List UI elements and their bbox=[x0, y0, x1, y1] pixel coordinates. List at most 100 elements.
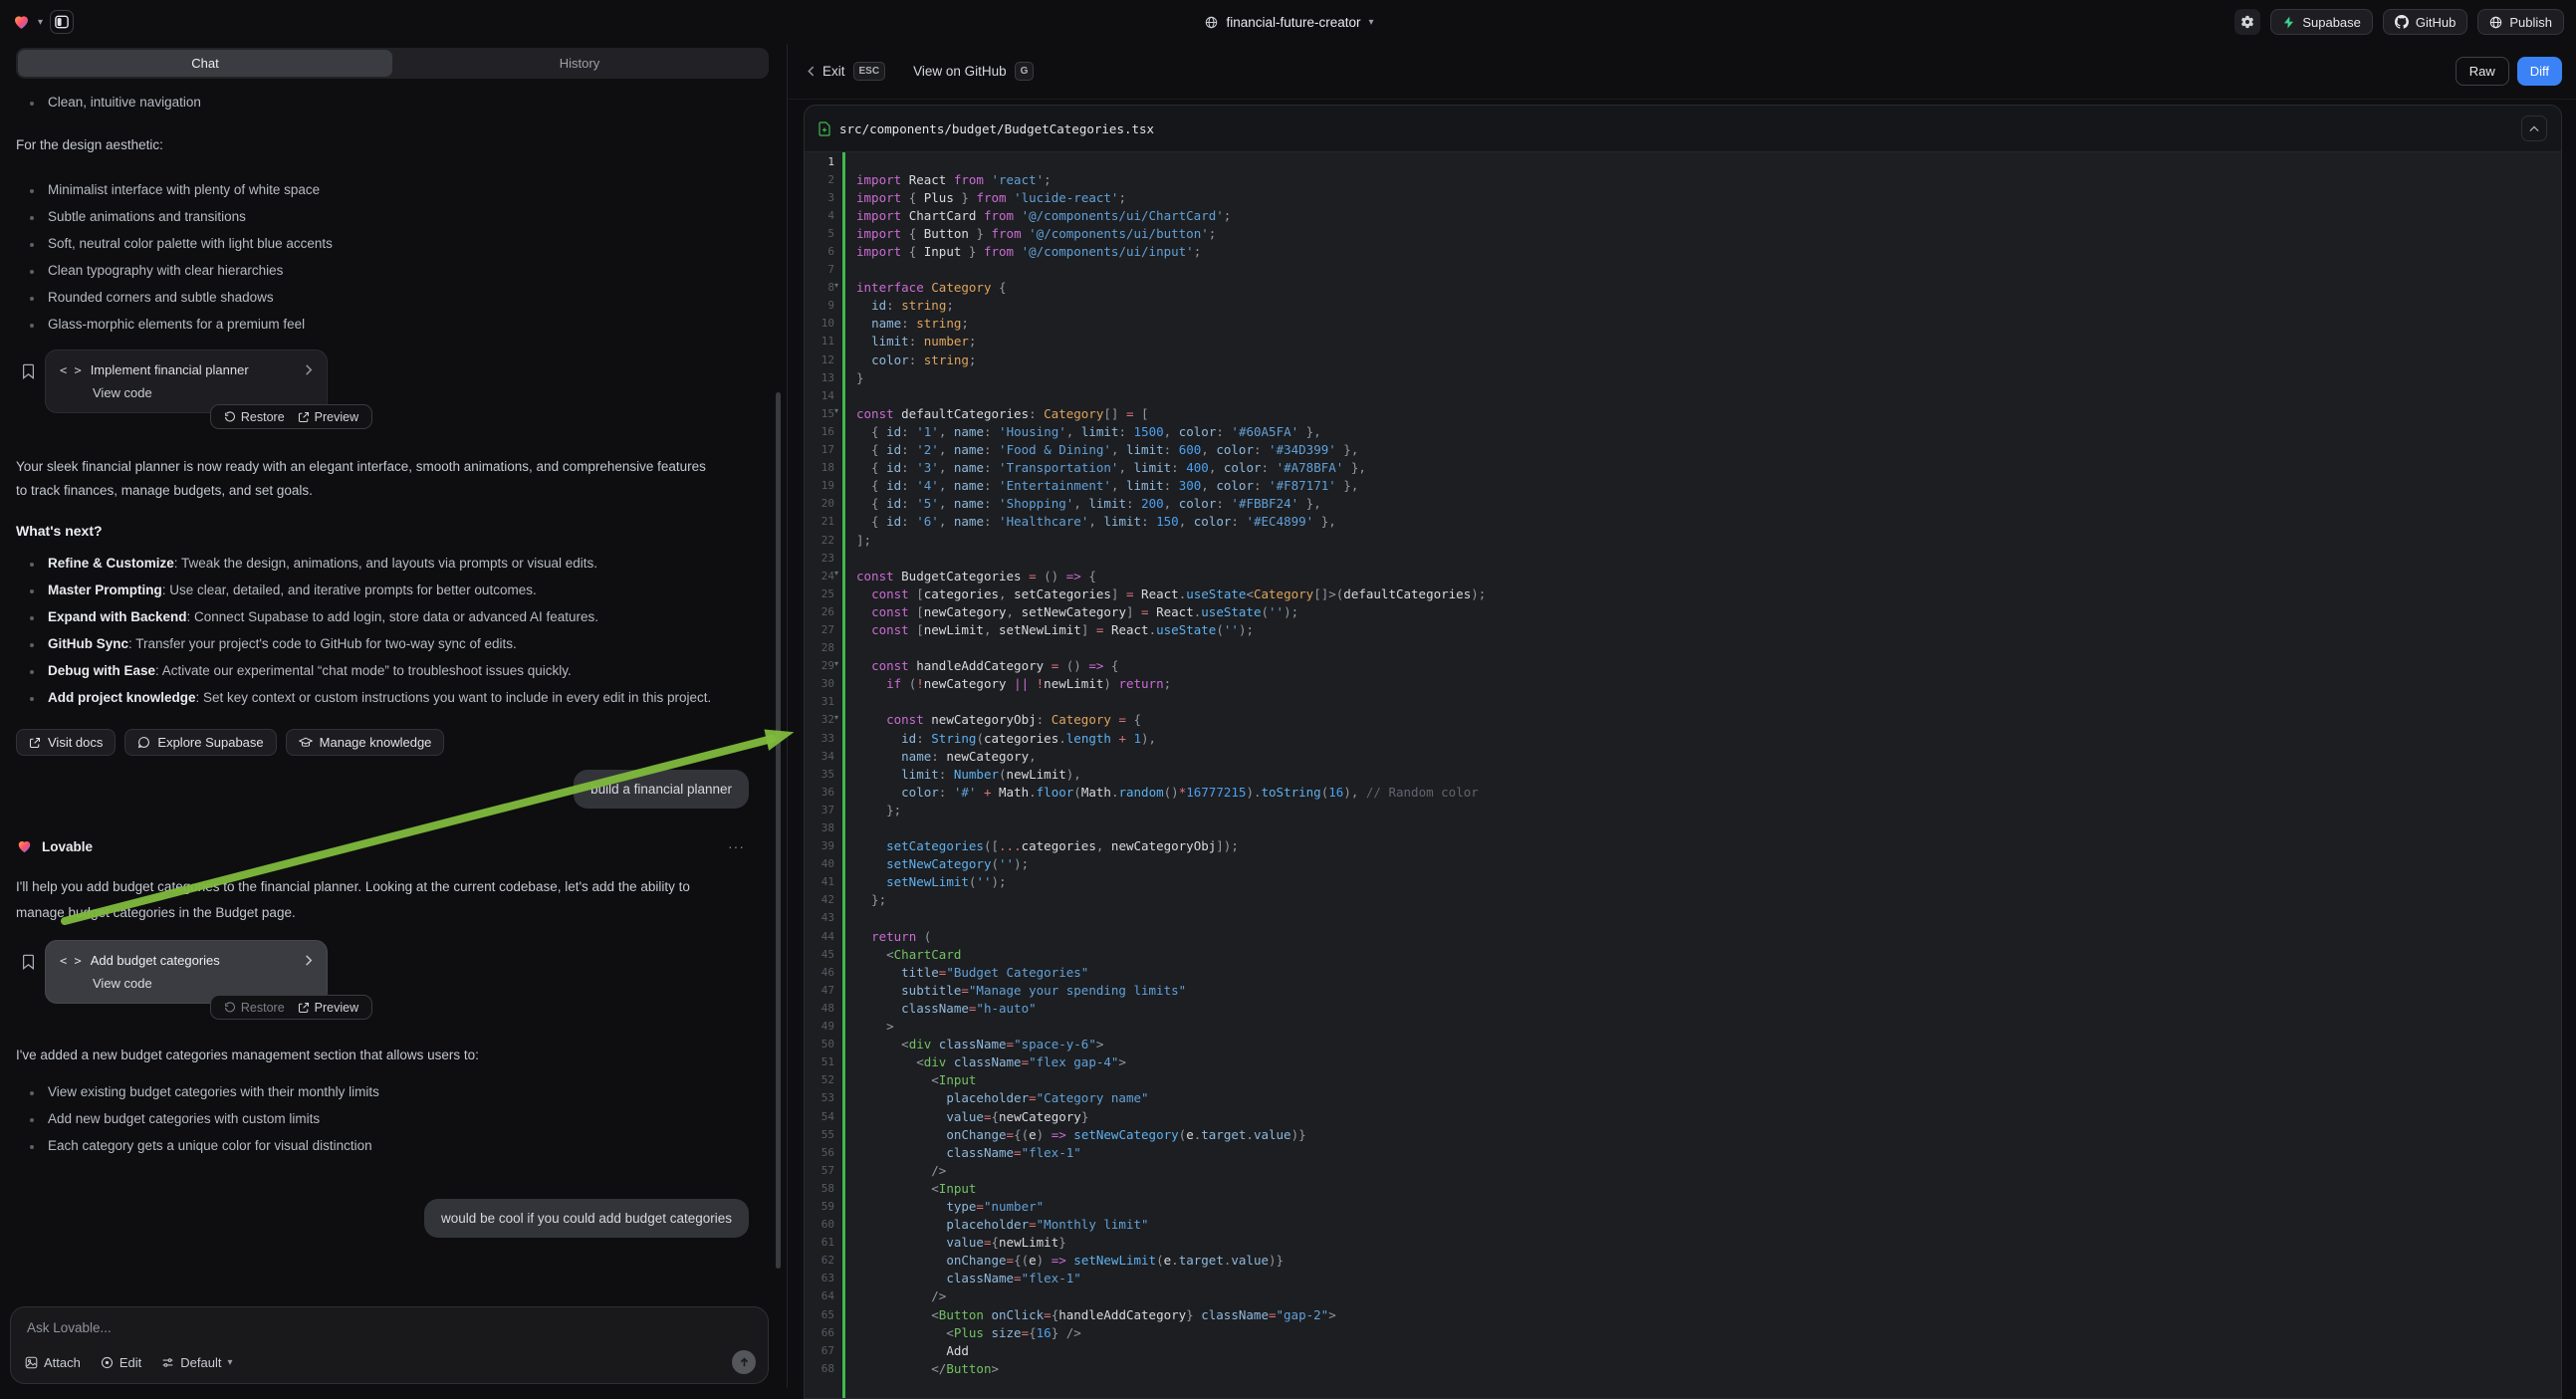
restore-preview-toolbar: Restore Preview bbox=[210, 404, 372, 429]
bookmark-icon[interactable] bbox=[22, 363, 35, 379]
list-item: Master Prompting: Use clear, detailed, a… bbox=[16, 582, 771, 599]
target-icon bbox=[101, 1356, 114, 1369]
code-line: 29▾ const handleAddCategory = () => { bbox=[805, 657, 2561, 675]
assistant-name: Lovable bbox=[42, 839, 93, 854]
code-line: 66 <Plus size={16} /> bbox=[805, 1323, 2561, 1341]
code-line: 64 /> bbox=[805, 1287, 2561, 1305]
view-on-github-label: View on GitHub bbox=[913, 64, 1007, 79]
code-line: 10 name: string; bbox=[805, 315, 2561, 333]
code-line: 26 const [newCategory, setNewCategory] =… bbox=[805, 602, 2561, 620]
mode-selector[interactable]: Default ▾ bbox=[161, 1355, 232, 1370]
settings-button[interactable] bbox=[2234, 9, 2260, 35]
code-line: 59 type="number" bbox=[805, 1197, 2561, 1215]
prompt-composer[interactable]: Ask Lovable... Attach Edit Default ▾ bbox=[10, 1306, 769, 1384]
list-item: Rounded corners and subtle shadows bbox=[16, 289, 771, 307]
chevron-right-icon bbox=[305, 955, 313, 966]
chat-scrollbar[interactable] bbox=[776, 392, 781, 1269]
code-line: 67 Add bbox=[805, 1341, 2561, 1359]
code-line: 51 <div className="flex gap-4"> bbox=[805, 1053, 2561, 1071]
restore-label: Restore bbox=[241, 1001, 285, 1015]
fold-caret-icon[interactable]: ▾ bbox=[834, 713, 844, 722]
restore-button[interactable]: Restore bbox=[224, 410, 285, 424]
assistant-paragraph: Your sleek financial planner is now read… bbox=[16, 455, 709, 503]
edit-card-title: Implement financial planner bbox=[91, 362, 296, 377]
mode-chevron-down-icon: ▾ bbox=[227, 1357, 232, 1368]
project-switcher[interactable]: financial-future-creator ▾ bbox=[1046, 0, 1533, 44]
chat-bubble-icon bbox=[137, 736, 150, 749]
user-message-bubble: would be cool if you could add budget ca… bbox=[424, 1199, 749, 1238]
code-line: 57 /> bbox=[805, 1161, 2561, 1179]
fold-caret-icon[interactable]: ▾ bbox=[834, 281, 844, 290]
code-line: 31 bbox=[805, 693, 2561, 711]
publish-button[interactable]: Publish bbox=[2477, 9, 2564, 35]
list-item: Each category gets a unique color for vi… bbox=[16, 1137, 771, 1155]
assistant-header: Lovable ··· bbox=[16, 838, 771, 854]
view-code-link[interactable]: View code bbox=[93, 385, 313, 400]
code-line: 5import { Button } from '@/components/ui… bbox=[805, 224, 2561, 242]
tab-history[interactable]: History bbox=[392, 50, 767, 77]
attach-button[interactable]: Attach bbox=[25, 1355, 81, 1370]
fold-caret-icon[interactable]: ▾ bbox=[834, 659, 844, 668]
code-line: 48 className="h-auto" bbox=[805, 999, 2561, 1017]
sidebar-toggle-icon[interactable] bbox=[50, 10, 74, 34]
diff-toggle-button[interactable]: Diff bbox=[2517, 57, 2562, 86]
code-line: 6import { Input } from '@/components/ui/… bbox=[805, 242, 2561, 260]
send-button[interactable] bbox=[732, 1350, 756, 1374]
code-line: 54 value={newCategory} bbox=[805, 1107, 2561, 1125]
edit-mode-button[interactable]: Edit bbox=[101, 1355, 141, 1370]
assistant-paragraph: I'll help you add budget categories to t… bbox=[16, 874, 709, 926]
code-line: 24▾const BudgetCategories = () => { bbox=[805, 567, 2561, 584]
view-code-link[interactable]: View code bbox=[93, 976, 313, 991]
code-view-header: Exit ESC View on GitHub G Raw Diff bbox=[788, 44, 2576, 100]
preview-button[interactable]: Preview bbox=[298, 410, 358, 424]
restore-button-disabled[interactable]: Restore bbox=[224, 1001, 285, 1015]
prompt-input[interactable]: Ask Lovable... bbox=[27, 1320, 752, 1335]
fold-caret-icon[interactable]: ▾ bbox=[834, 569, 844, 578]
project-chevron-down-icon: ▾ bbox=[1369, 17, 1374, 28]
code-line: 44 return ( bbox=[805, 927, 2561, 945]
esc-key-badge: ESC bbox=[853, 62, 886, 81]
bookmark-icon[interactable] bbox=[22, 954, 35, 970]
image-icon bbox=[25, 1356, 38, 1369]
list-item: Soft, neutral color palette with light b… bbox=[16, 235, 771, 253]
file-header[interactable]: src/components/budget/BudgetCategories.t… bbox=[805, 106, 2561, 152]
lovable-logo-heart-icon[interactable] bbox=[12, 13, 31, 31]
supabase-button[interactable]: Supabase bbox=[2270, 9, 2373, 35]
restore-preview-toolbar: Restore Preview bbox=[210, 995, 372, 1020]
file-path: src/components/budget/BudgetCategories.t… bbox=[839, 121, 1154, 136]
quick-actions-row: Visit docs Explore Supabase Manage knowl… bbox=[16, 729, 771, 756]
raw-toggle-button[interactable]: Raw bbox=[2456, 57, 2509, 86]
list-item: Add project knowledge: Set key context o… bbox=[16, 689, 771, 707]
publish-globe-icon bbox=[2489, 16, 2502, 29]
code-line: 12 color: string; bbox=[805, 350, 2561, 368]
tab-chat[interactable]: Chat bbox=[18, 50, 392, 77]
explore-supabase-button[interactable]: Explore Supabase bbox=[124, 729, 276, 756]
visit-docs-button[interactable]: Visit docs bbox=[16, 729, 116, 756]
logo-chevron-down-icon[interactable]: ▾ bbox=[38, 17, 43, 28]
graduation-cap-icon bbox=[299, 736, 313, 749]
chat-scroll-area[interactable]: Clean, intuitive navigation For the desi… bbox=[0, 88, 787, 1300]
manage-knowledge-button[interactable]: Manage knowledge bbox=[286, 729, 445, 756]
attach-label: Attach bbox=[44, 1355, 81, 1370]
collapse-file-button[interactable] bbox=[2521, 116, 2547, 141]
list-item: Debug with Ease: Activate our experiment… bbox=[16, 662, 771, 680]
message-menu-icon[interactable]: ··· bbox=[728, 838, 745, 854]
file-added-icon bbox=[819, 121, 830, 136]
list-item: Refine & Customize: Tweak the design, an… bbox=[16, 555, 771, 573]
view-on-github-button[interactable]: View on GitHub G bbox=[913, 62, 1034, 81]
code-line: 4import ChartCard from '@/components/ui/… bbox=[805, 206, 2561, 224]
edit-card-title: Add budget categories bbox=[91, 953, 296, 968]
github-button[interactable]: GitHub bbox=[2383, 9, 2467, 35]
code-line: 43 bbox=[805, 909, 2561, 927]
code-line: 7 bbox=[805, 261, 2561, 279]
list-item: View existing budget categories with the… bbox=[16, 1083, 771, 1101]
fold-caret-icon[interactable]: ▾ bbox=[834, 406, 844, 415]
preview-button[interactable]: Preview bbox=[298, 1001, 358, 1015]
code-line: 13} bbox=[805, 368, 2561, 386]
design-list: Minimalist interface with plenty of whit… bbox=[16, 181, 771, 334]
chevron-left-icon bbox=[808, 66, 815, 77]
code-editor[interactable]: 12import React from 'react';3import { Pl… bbox=[805, 152, 2561, 1399]
code-line: 17 { id: '2', name: 'Food & Dining', lim… bbox=[805, 441, 2561, 459]
exit-button[interactable]: Exit ESC bbox=[808, 62, 885, 81]
mode-label: Default bbox=[180, 1355, 221, 1370]
